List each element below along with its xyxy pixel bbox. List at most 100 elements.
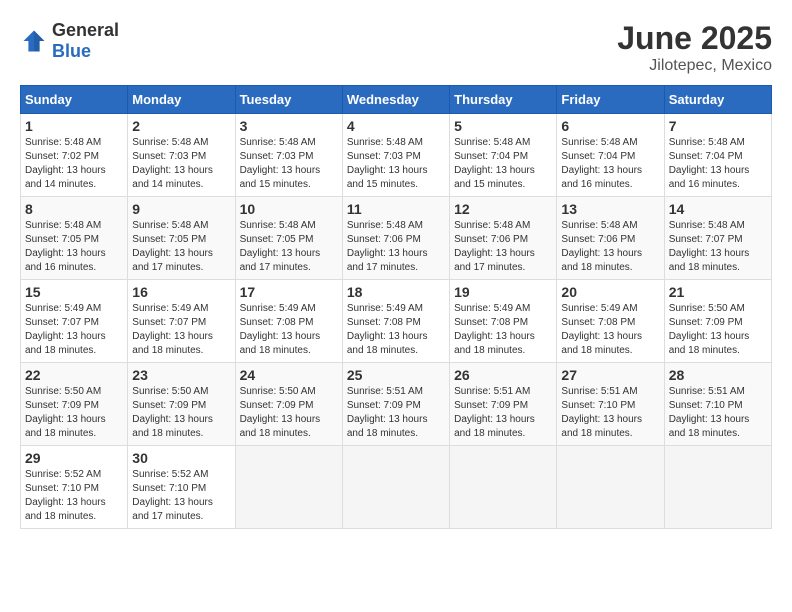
header-tuesday: Tuesday: [235, 86, 342, 114]
day-number: 26: [454, 367, 552, 383]
calendar-cell: 8 Sunrise: 5:48 AMSunset: 7:05 PMDayligh…: [21, 197, 128, 280]
day-number: 7: [669, 118, 767, 134]
day-info: Sunrise: 5:50 AMSunset: 7:09 PMDaylight:…: [132, 386, 213, 439]
calendar-table: Sunday Monday Tuesday Wednesday Thursday…: [20, 85, 772, 529]
calendar-body: 1 Sunrise: 5:48 AMSunset: 7:02 PMDayligh…: [21, 114, 772, 529]
location-title: Jilotepec, Mexico: [617, 57, 772, 75]
logo: General Blue: [20, 20, 119, 62]
calendar-cell: 1 Sunrise: 5:48 AMSunset: 7:02 PMDayligh…: [21, 114, 128, 197]
day-info: Sunrise: 5:49 AMSunset: 7:07 PMDaylight:…: [132, 303, 213, 356]
day-number: 22: [25, 367, 123, 383]
calendar-cell: 9 Sunrise: 5:48 AMSunset: 7:05 PMDayligh…: [128, 197, 235, 280]
calendar-cell: 19 Sunrise: 5:49 AMSunset: 7:08 PMDaylig…: [450, 280, 557, 363]
header-friday: Friday: [557, 86, 664, 114]
day-info: Sunrise: 5:51 AMSunset: 7:09 PMDaylight:…: [454, 386, 535, 439]
day-info: Sunrise: 5:48 AMSunset: 7:06 PMDaylight:…: [347, 220, 428, 273]
logo-text: General Blue: [52, 20, 119, 62]
day-info: Sunrise: 5:48 AMSunset: 7:03 PMDaylight:…: [347, 137, 428, 190]
calendar-cell: 25 Sunrise: 5:51 AMSunset: 7:09 PMDaylig…: [342, 363, 449, 446]
calendar-cell: [664, 446, 771, 529]
day-number: 14: [669, 201, 767, 217]
day-info: Sunrise: 5:51 AMSunset: 7:10 PMDaylight:…: [561, 386, 642, 439]
day-number: 9: [132, 201, 230, 217]
day-number: 30: [132, 450, 230, 466]
calendar-cell: [557, 446, 664, 529]
day-info: Sunrise: 5:49 AMSunset: 7:07 PMDaylight:…: [25, 303, 106, 356]
calendar-week-4: 22 Sunrise: 5:50 AMSunset: 7:09 PMDaylig…: [21, 363, 772, 446]
day-info: Sunrise: 5:48 AMSunset: 7:04 PMDaylight:…: [454, 137, 535, 190]
calendar-cell: 11 Sunrise: 5:48 AMSunset: 7:06 PMDaylig…: [342, 197, 449, 280]
calendar-cell: 15 Sunrise: 5:49 AMSunset: 7:07 PMDaylig…: [21, 280, 128, 363]
day-info: Sunrise: 5:48 AMSunset: 7:05 PMDaylight:…: [240, 220, 321, 273]
day-number: 23: [132, 367, 230, 383]
day-info: Sunrise: 5:52 AMSunset: 7:10 PMDaylight:…: [132, 469, 213, 522]
calendar-cell: 17 Sunrise: 5:49 AMSunset: 7:08 PMDaylig…: [235, 280, 342, 363]
calendar-cell: 3 Sunrise: 5:48 AMSunset: 7:03 PMDayligh…: [235, 114, 342, 197]
calendar-cell: 20 Sunrise: 5:49 AMSunset: 7:08 PMDaylig…: [557, 280, 664, 363]
calendar-cell: 7 Sunrise: 5:48 AMSunset: 7:04 PMDayligh…: [664, 114, 771, 197]
day-number: 29: [25, 450, 123, 466]
day-number: 11: [347, 201, 445, 217]
calendar-cell: 2 Sunrise: 5:48 AMSunset: 7:03 PMDayligh…: [128, 114, 235, 197]
day-info: Sunrise: 5:48 AMSunset: 7:02 PMDaylight:…: [25, 137, 106, 190]
calendar-cell: 30 Sunrise: 5:52 AMSunset: 7:10 PMDaylig…: [128, 446, 235, 529]
day-number: 10: [240, 201, 338, 217]
day-number: 6: [561, 118, 659, 134]
calendar-cell: 22 Sunrise: 5:50 AMSunset: 7:09 PMDaylig…: [21, 363, 128, 446]
header-wednesday: Wednesday: [342, 86, 449, 114]
day-number: 16: [132, 284, 230, 300]
day-number: 19: [454, 284, 552, 300]
month-title: June 2025: [617, 20, 772, 57]
day-info: Sunrise: 5:48 AMSunset: 7:03 PMDaylight:…: [132, 137, 213, 190]
day-number: 28: [669, 367, 767, 383]
calendar-cell: [342, 446, 449, 529]
day-info: Sunrise: 5:51 AMSunset: 7:10 PMDaylight:…: [669, 386, 750, 439]
calendar-cell: 12 Sunrise: 5:48 AMSunset: 7:06 PMDaylig…: [450, 197, 557, 280]
day-number: 18: [347, 284, 445, 300]
day-info: Sunrise: 5:49 AMSunset: 7:08 PMDaylight:…: [561, 303, 642, 356]
calendar-header-row: Sunday Monday Tuesday Wednesday Thursday…: [21, 86, 772, 114]
calendar-cell: 28 Sunrise: 5:51 AMSunset: 7:10 PMDaylig…: [664, 363, 771, 446]
header-monday: Monday: [128, 86, 235, 114]
day-info: Sunrise: 5:48 AMSunset: 7:04 PMDaylight:…: [561, 137, 642, 190]
day-number: 17: [240, 284, 338, 300]
calendar-cell: 18 Sunrise: 5:49 AMSunset: 7:08 PMDaylig…: [342, 280, 449, 363]
calendar-week-2: 8 Sunrise: 5:48 AMSunset: 7:05 PMDayligh…: [21, 197, 772, 280]
calendar-cell: 16 Sunrise: 5:49 AMSunset: 7:07 PMDaylig…: [128, 280, 235, 363]
calendar-cell: 27 Sunrise: 5:51 AMSunset: 7:10 PMDaylig…: [557, 363, 664, 446]
calendar-cell: 10 Sunrise: 5:48 AMSunset: 7:05 PMDaylig…: [235, 197, 342, 280]
day-number: 24: [240, 367, 338, 383]
day-number: 27: [561, 367, 659, 383]
day-info: Sunrise: 5:48 AMSunset: 7:06 PMDaylight:…: [454, 220, 535, 273]
day-info: Sunrise: 5:49 AMSunset: 7:08 PMDaylight:…: [240, 303, 321, 356]
day-number: 20: [561, 284, 659, 300]
day-number: 25: [347, 367, 445, 383]
day-number: 5: [454, 118, 552, 134]
day-info: Sunrise: 5:50 AMSunset: 7:09 PMDaylight:…: [25, 386, 106, 439]
day-info: Sunrise: 5:48 AMSunset: 7:06 PMDaylight:…: [561, 220, 642, 273]
day-number: 8: [25, 201, 123, 217]
calendar-cell: [450, 446, 557, 529]
day-info: Sunrise: 5:51 AMSunset: 7:09 PMDaylight:…: [347, 386, 428, 439]
day-number: 4: [347, 118, 445, 134]
header-saturday: Saturday: [664, 86, 771, 114]
day-info: Sunrise: 5:48 AMSunset: 7:05 PMDaylight:…: [25, 220, 106, 273]
calendar-cell: 5 Sunrise: 5:48 AMSunset: 7:04 PMDayligh…: [450, 114, 557, 197]
day-number: 1: [25, 118, 123, 134]
calendar-cell: 26 Sunrise: 5:51 AMSunset: 7:09 PMDaylig…: [450, 363, 557, 446]
header: General Blue June 2025 Jilotepec, Mexico: [20, 20, 772, 75]
calendar-week-1: 1 Sunrise: 5:48 AMSunset: 7:02 PMDayligh…: [21, 114, 772, 197]
day-info: Sunrise: 5:48 AMSunset: 7:04 PMDaylight:…: [669, 137, 750, 190]
day-number: 13: [561, 201, 659, 217]
calendar-cell: 13 Sunrise: 5:48 AMSunset: 7:06 PMDaylig…: [557, 197, 664, 280]
calendar-cell: 21 Sunrise: 5:50 AMSunset: 7:09 PMDaylig…: [664, 280, 771, 363]
calendar-cell: 24 Sunrise: 5:50 AMSunset: 7:09 PMDaylig…: [235, 363, 342, 446]
calendar-cell: 23 Sunrise: 5:50 AMSunset: 7:09 PMDaylig…: [128, 363, 235, 446]
day-number: 3: [240, 118, 338, 134]
header-thursday: Thursday: [450, 86, 557, 114]
calendar-week-3: 15 Sunrise: 5:49 AMSunset: 7:07 PMDaylig…: [21, 280, 772, 363]
logo-icon: [20, 27, 48, 55]
day-info: Sunrise: 5:49 AMSunset: 7:08 PMDaylight:…: [347, 303, 428, 356]
day-info: Sunrise: 5:48 AMSunset: 7:03 PMDaylight:…: [240, 137, 321, 190]
logo-general: General: [52, 20, 119, 40]
